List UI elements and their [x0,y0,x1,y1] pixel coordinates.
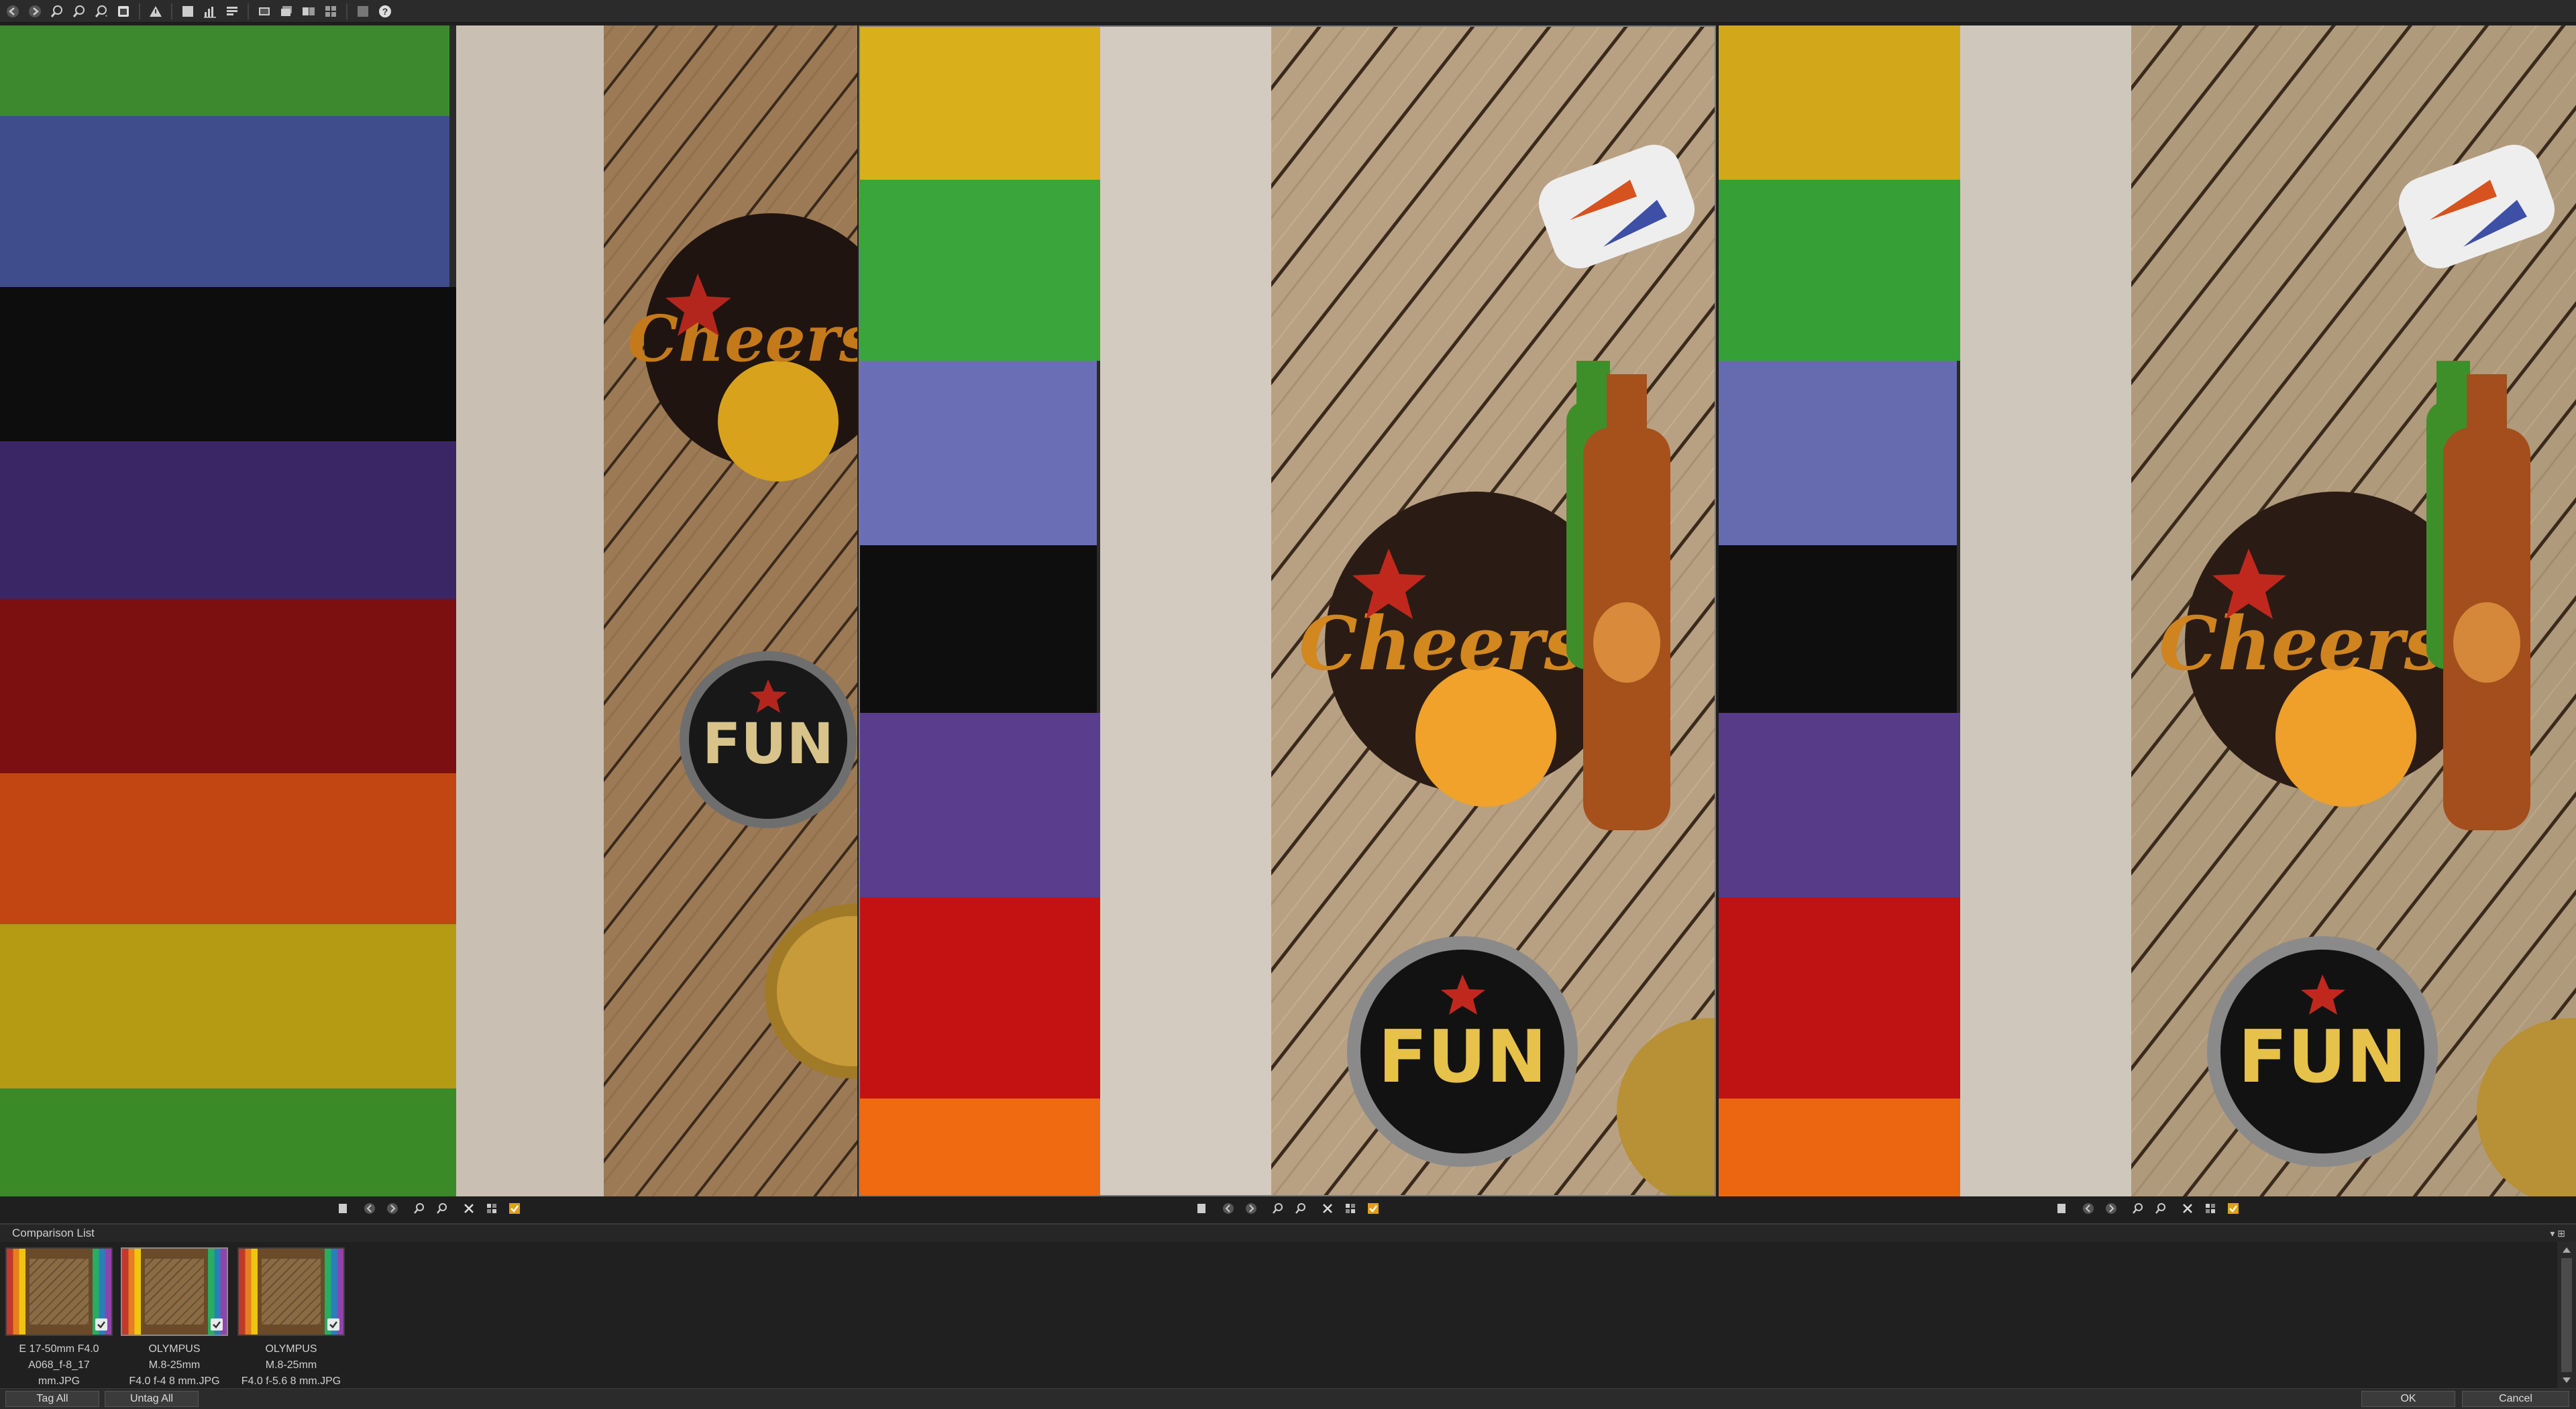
image-2: Cheers FUN [859,25,1716,1196]
zoom-out-icon[interactable] [2153,1200,2169,1217]
prev-icon[interactable] [362,1200,378,1217]
zoom-in-icon[interactable] [411,1200,427,1217]
zoom-in-icon[interactable] [2130,1200,2146,1217]
fun-bottle-cap: FUN [1347,936,1578,1167]
toolbar-separator [248,3,249,19]
thumbnail-caption: E 17-50mm F4.0 A068_f-8_17 mm.JPG [19,1343,99,1387]
comparison-list-title: Comparison List [12,1227,95,1239]
square-icon[interactable] [179,3,197,20]
warning-icon[interactable] [147,3,164,20]
paper-strip [1960,25,2131,1196]
svg-text:Cheers: Cheers [627,302,857,376]
photo-grid-icon[interactable] [322,3,339,20]
forward-icon[interactable] [26,3,44,20]
window-icon[interactable] [115,3,132,20]
pane-2-toolbar [859,1199,1716,1218]
next-icon[interactable] [1243,1200,1259,1217]
next-icon[interactable] [2103,1200,2119,1217]
scarf [0,25,486,1196]
close-icon[interactable] [2180,1200,2196,1217]
close-icon[interactable] [1320,1200,1336,1217]
image-3: Cheers FUN [1719,25,2576,1196]
zoom-out-icon[interactable] [434,1200,450,1217]
pane-1-toolbar [0,1199,857,1218]
toolbar-separator [139,3,140,19]
image-pane-2[interactable]: Cheers FUN [859,25,1716,1196]
pane-3-toolbar [1719,1199,2576,1218]
thumbnail-item[interactable]: OLYMPUS M.8-25mm F4.0 f-5.6 8 mm.JPG [236,1247,346,1390]
untag-all-button[interactable]: Untag All [105,1391,199,1407]
photo-stack-icon[interactable] [278,3,295,20]
scarf [859,25,1100,1196]
zoom-out-icon[interactable] [70,3,88,20]
scroll-down-icon[interactable] [2563,1377,2571,1383]
scarf [1719,25,1960,1196]
svg-text:FUN: FUN [702,711,834,777]
scroll-up-icon[interactable] [2563,1247,2571,1253]
grid-icon[interactable] [1342,1200,1358,1217]
image-pane-3[interactable]: Cheers FUN [1719,25,2576,1196]
check-icon[interactable] [211,1318,223,1331]
check-icon[interactable] [327,1318,339,1331]
photo-icon[interactable] [256,3,273,20]
layout-icon[interactable] [223,3,241,20]
page-icon[interactable] [335,1200,351,1217]
check-icon[interactable] [2225,1200,2241,1217]
fun-bottle-cap: FUN [2207,936,2438,1167]
svg-text:?: ? [382,6,388,17]
prev-icon[interactable] [2080,1200,2096,1217]
paper-strip [1100,25,1271,1196]
check-icon[interactable] [506,1200,523,1217]
thumbnail-image[interactable] [5,1247,113,1336]
toolbar-separator [171,3,172,19]
histogram-icon[interactable] [201,3,219,20]
svg-text:FUN: FUN [1378,1015,1547,1099]
zoom-in-icon[interactable] [1270,1200,1286,1217]
cancel-button[interactable]: Cancel [2462,1391,2569,1407]
next-icon[interactable] [384,1200,400,1217]
ok-button[interactable]: OK [2361,1391,2455,1407]
thumbnail-item[interactable]: E 17-50mm F4.0 A068_f-8_17 mm.JPG [4,1247,114,1390]
thumbnail-item[interactable]: OLYMPUS M.8-25mm F4.0 f-4 8 mm.JPG [119,1247,229,1390]
scroll-thumb[interactable] [2561,1258,2572,1372]
grid-icon[interactable] [484,1200,500,1217]
image-1: Cheers FUN [0,25,857,1196]
tile-icon[interactable] [354,3,372,20]
bottom-bar: Tag All Untag All OK Cancel [0,1388,2576,1409]
thumbnail-caption: OLYMPUS M.8-25mm F4.0 f-4 8 mm.JPG [129,1343,220,1387]
prev-icon[interactable] [1220,1200,1236,1217]
back-icon[interactable] [4,3,21,20]
thumbnail-image[interactable] [237,1247,345,1336]
zoom-fit-icon[interactable] [93,3,110,20]
comparison-list: E 17-50mm F4.0 A068_f-8_17 mm.JPG OLYMPU… [0,1242,2556,1388]
main-toolbar: ? [0,0,2576,23]
image-pane-1[interactable]: Cheers FUN [0,25,857,1196]
check-icon[interactable] [95,1318,107,1331]
thumbnail-caption: OLYMPUS M.8-25mm F4.0 f-5.6 8 mm.JPG [241,1343,341,1387]
zoom-in-icon[interactable] [48,3,66,20]
page-icon[interactable] [1193,1200,1210,1217]
comparison-list-header: Comparison List ▾ ⊞ [0,1225,2576,1242]
page-icon[interactable] [2053,1200,2070,1217]
zoom-out-icon[interactable] [1293,1200,1309,1217]
paper-strip [456,25,604,1196]
close-icon[interactable] [461,1200,477,1217]
grid-icon[interactable] [2202,1200,2218,1217]
panel-options-icon[interactable]: ▾ ⊞ [2550,1228,2576,1239]
comparison-list-scrollbar[interactable] [2557,1242,2576,1388]
thumbnail-image[interactable] [121,1247,228,1336]
help-icon[interactable]: ? [376,3,394,20]
check-icon[interactable] [1365,1200,1381,1217]
svg-text:Cheers: Cheers [1299,600,1585,687]
svg-text:FUN: FUN [2238,1015,2407,1099]
photo-compare-icon[interactable] [300,3,317,20]
tag-all-button[interactable]: Tag All [5,1391,99,1407]
toolbar-separator [346,3,347,19]
svg-text:Cheers: Cheers [2159,600,2445,687]
fun-bottle-cap: FUN [680,651,857,828]
